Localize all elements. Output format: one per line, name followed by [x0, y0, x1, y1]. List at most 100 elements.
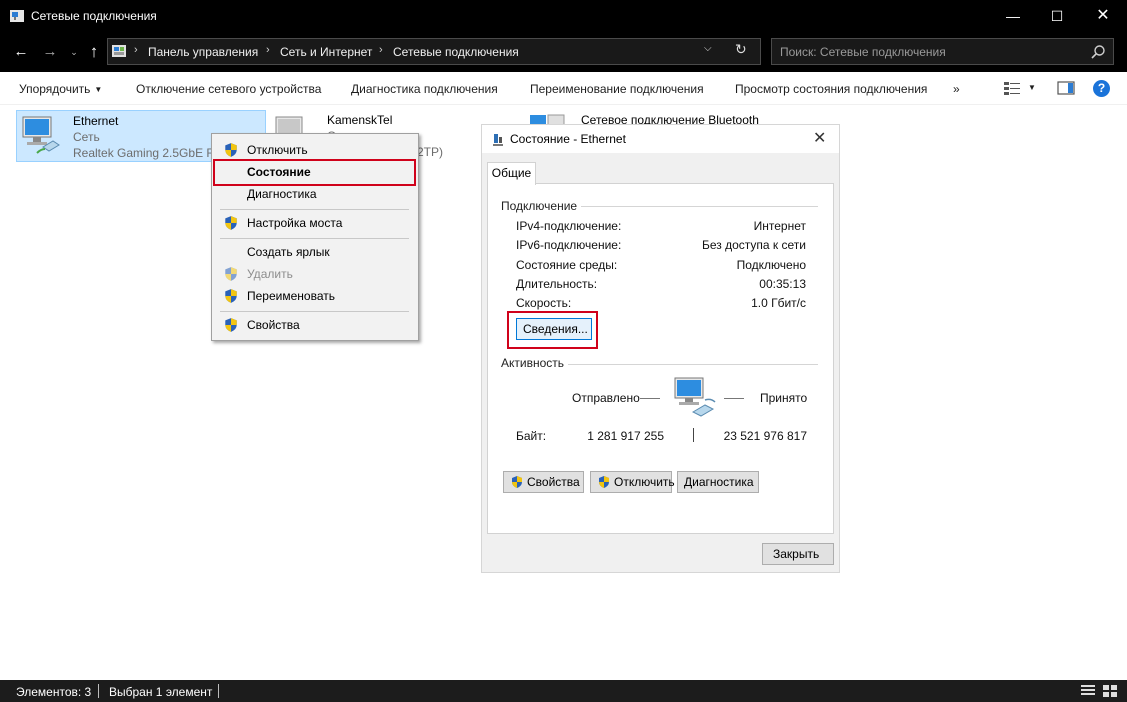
control-panel-icon [112, 45, 126, 57]
close-dialog-button[interactable]: Закрыть [762, 543, 834, 565]
menu-item-rename[interactable]: Переименовать [214, 285, 417, 307]
caret-down-icon: ▼ [94, 85, 103, 94]
back-arrow-icon[interactable]: ← [9, 40, 33, 64]
bytes-sent-value: 1 281 917 255 [587, 429, 664, 443]
activity-group-label: Активность [501, 356, 569, 370]
breadcrumb-control-panel[interactable]: Панель управления [148, 45, 258, 59]
media-state-value: Подключено [736, 258, 806, 272]
group-divider [566, 364, 818, 365]
network-adapter-icon [22, 116, 60, 154]
address-dropdown-icon[interactable]: ⌵ [704, 43, 712, 54]
diagnose-button[interactable]: Диагностика [677, 471, 759, 493]
connection-group-label: Подключение [501, 199, 582, 213]
status-bar: Элементов: 3 Выбран 1 элемент [0, 680, 1127, 702]
view-dropdown-icon[interactable]: ▼ [1028, 83, 1036, 92]
title-bar: Сетевые подключения — ☐ ✕ [0, 0, 1127, 32]
shield-icon [512, 476, 522, 488]
connection-type: Сеть [73, 130, 100, 144]
connection-adapter: Realtek Gaming 2.5GbE Fa [73, 146, 221, 160]
breadcrumb-separator[interactable]: › [266, 44, 270, 56]
shield-icon [225, 216, 237, 230]
organize-label: Упорядочить [19, 82, 91, 96]
details-view-icon[interactable] [1080, 684, 1096, 698]
menu-item-properties[interactable]: Свойства [214, 314, 417, 336]
menu-item-label: Удалить [247, 267, 293, 281]
search-input[interactable] [772, 39, 1082, 64]
duration-label: Длительность: [516, 277, 598, 291]
ipv6-label: IPv6-подключение: [516, 238, 622, 252]
menu-item-disable[interactable]: Отключить [214, 139, 417, 161]
disable-button-label: Отключить [614, 475, 675, 489]
received-label: Принято [760, 391, 808, 405]
properties-button[interactable]: Свойства [503, 471, 584, 493]
duration-value: 00:35:13 [759, 277, 806, 291]
received-dash [724, 398, 744, 399]
more-commands-button[interactable]: » [953, 82, 960, 96]
group-divider [570, 206, 818, 207]
menu-separator [220, 311, 409, 312]
preview-pane-icon[interactable] [1057, 80, 1075, 96]
sent-dash [640, 398, 660, 399]
menu-separator [220, 238, 409, 239]
status-separator [98, 684, 99, 698]
activity-computer-icon [674, 377, 716, 417]
organize-button[interactable]: Упорядочить ▼ [19, 82, 102, 96]
menu-item-label: Создать ярлык [247, 245, 330, 259]
shield-icon [225, 289, 237, 303]
media-state-label: Состояние среды: [516, 258, 618, 272]
command-bar: Упорядочить ▼ Отключение сетевого устройс… [0, 72, 1127, 105]
menu-item-label: Диагностика [247, 187, 317, 201]
view-status-button[interactable]: Просмотр состояния подключения [735, 82, 927, 96]
maximize-button[interactable]: ☐ [1034, 0, 1080, 32]
large-icons-view-icon[interactable] [1102, 684, 1118, 698]
close-window-button[interactable]: ✕ [1080, 0, 1126, 32]
search-icon[interactable] [1090, 44, 1106, 60]
dialog-title: Состояние - Ethernet [510, 132, 626, 146]
menu-item-label: Отключить [247, 143, 308, 157]
tab-general[interactable]: Общие [487, 162, 536, 185]
diagnose-connection-button[interactable]: Диагностика подключения [351, 82, 498, 96]
ipv4-value: Интернет [753, 219, 806, 233]
up-arrow-icon[interactable]: ↑ [82, 40, 106, 64]
shield-icon [599, 476, 609, 488]
menu-item-diagnose[interactable]: Диагностика [214, 183, 417, 205]
minimize-button[interactable]: — [990, 0, 1036, 32]
network-status-icon [493, 134, 503, 146]
disable-button[interactable]: Отключить [590, 471, 675, 493]
breadcrumb-separator: › [134, 44, 138, 56]
connection-adapter: 2TP) [417, 145, 444, 159]
menu-item-bridge[interactable]: Настройка моста [214, 212, 417, 234]
details-highlight-box [507, 311, 598, 349]
selected-count: Выбран 1 элемент [109, 685, 213, 699]
change-view-icon[interactable] [1003, 80, 1021, 96]
status-highlight-box [213, 159, 416, 186]
close-dialog-button-label: Закрыть [773, 547, 820, 561]
speed-label: Скорость: [516, 296, 572, 310]
ipv4-label: IPv4-подключение: [516, 219, 622, 233]
sent-label: Отправлено [572, 391, 640, 405]
refresh-icon[interactable]: ↻ [735, 41, 747, 58]
dialog-close-icon[interactable]: ✕ [813, 128, 826, 148]
menu-item-create-shortcut[interactable]: Создать ярлык [214, 241, 417, 263]
dialog-title-bar: Состояние - Ethernet ✕ [482, 125, 839, 153]
shield-icon [225, 318, 237, 332]
address-bar[interactable]: › Панель управления › Сеть и Интернет › … [107, 38, 761, 65]
breadcrumb-network-connections[interactable]: Сетевые подключения [393, 45, 519, 59]
connection-name: KamenskTel [327, 113, 393, 127]
forward-arrow-icon[interactable]: → [38, 40, 62, 64]
search-box[interactable] [771, 38, 1114, 65]
status-separator [218, 684, 219, 698]
bytes-divider [693, 428, 694, 442]
menu-item-label: Свойства [247, 318, 300, 332]
connection-name: Ethernet [73, 114, 119, 128]
help-icon[interactable]: ? [1093, 80, 1110, 97]
breadcrumb-network-internet[interactable]: Сеть и Интернет [280, 45, 372, 59]
breadcrumb-separator[interactable]: › [379, 44, 383, 56]
menu-item-label: Переименовать [247, 289, 335, 303]
ipv6-value: Без доступа к сети [702, 238, 806, 252]
menu-item-label: Настройка моста [247, 216, 343, 230]
disable-device-button[interactable]: Отключение сетевого устройства [136, 82, 321, 96]
rename-connection-button[interactable]: Переименование подключения [530, 82, 704, 96]
general-tab-panel: Подключение IPv4-подключение: Интернет I… [487, 183, 834, 534]
diagnose-button-label: Диагностика [684, 475, 754, 489]
